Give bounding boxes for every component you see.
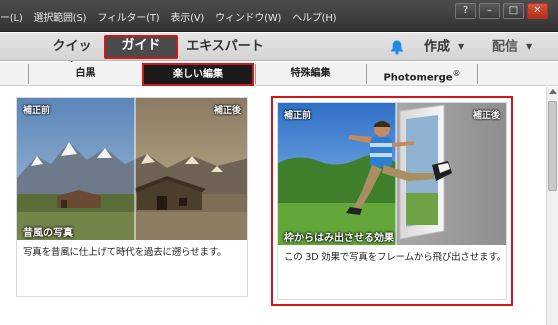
bell-icon[interactable] [389,39,405,55]
card-description: この 3D 効果で写真をフレームから飛び出させます。 [284,252,506,263]
create-label: 作成 [424,39,451,55]
mode-tab-guide[interactable]: ガイド [104,35,178,59]
card-title: 枠からはみ出させる効果 [284,233,394,244]
card-thumbnail: 補正前 補正後 枠からはみ出させる効果 [278,103,506,245]
tab-special-edits[interactable]: 特殊編集 [255,64,365,84]
menu-filter[interactable]: フィルター(T) [97,9,159,24]
before-after-jumping-boy-image [278,103,506,245]
menu-items: ー(L) 選択範囲(S) フィルター(T) 表示(V) ウィンドウ(W) ヘルプ… [0,9,347,24]
tab-fun-edits[interactable]: 楽しい編集 [142,63,254,86]
tab-photomerge-label: Photomerge [383,72,453,84]
mode-tab-expert[interactable]: エキスパート [180,36,270,58]
chevron-down-icon: ▼ [526,42,533,51]
vertical-scrollbar[interactable] [546,87,558,325]
before-after-mountain-image [17,98,247,240]
menu-view[interactable]: 表示(V) [170,9,204,24]
menu-select[interactable]: 選択範囲(S) [34,9,87,24]
card-description: 写真を昔風に仕上げて時代を過去に遡らせます。 [23,247,227,258]
chevron-down-icon: ▼ [458,42,465,51]
before-label: 補正前 [284,111,312,121]
tab-photomerge[interactable]: Photomerge® [366,64,478,84]
help-button[interactable]: ? [455,3,476,19]
after-label: 補正後 [472,111,500,121]
after-label: 補正後 [213,106,241,116]
card-title: 昔風の写真 [23,228,73,239]
create-menu[interactable]: 作成 ▼ [424,36,464,58]
guide-card-out-of-bounds[interactable]: 補正前 補正後 枠からはみ出させる効果 この 3D 効果で写真をフレームから飛び… [277,102,507,300]
minimize-button[interactable]: – [479,3,500,19]
registered-mark: ® [452,69,461,78]
scroll-up-icon[interactable] [549,89,557,94]
share-menu[interactable]: 配信 ▼ [492,36,532,58]
guide-card-old-fashioned-photo[interactable]: 補正前 補正後 昔風の写真 写真を昔風に仕上げて時代を過去に遡らせます。 [16,97,248,297]
menu-help[interactable]: ヘルプ(H) [292,9,336,24]
before-label: 補正前 [23,106,51,116]
menu-window[interactable]: ウィンドウ(W) [215,9,281,24]
window-controls: ? – □ ✕ [455,3,548,19]
card-thumbnail: 補正前 補正後 昔風の写真 [17,98,247,240]
mode-bar: クイック ガイド エキスパート 作成 ▼ 配信 ▼ [0,33,558,76]
maximize-button[interactable]: □ [503,3,524,19]
close-button[interactable]: ✕ [527,3,548,19]
mode-tab-quick[interactable]: クイック [50,36,94,76]
scroll-thumb[interactable] [548,101,557,191]
menu-layer[interactable]: ー(L) [0,9,23,24]
guide-category-tabs: 白黒 楽しい編集 特殊編集 Photomerge® [0,62,558,86]
share-label: 配信 [492,39,519,55]
menu-bar: ー(L) 選択範囲(S) フィルター(T) 表示(V) ウィンドウ(W) ヘルプ… [0,0,558,32]
tab-black-and-white[interactable]: 白黒 [28,64,142,84]
